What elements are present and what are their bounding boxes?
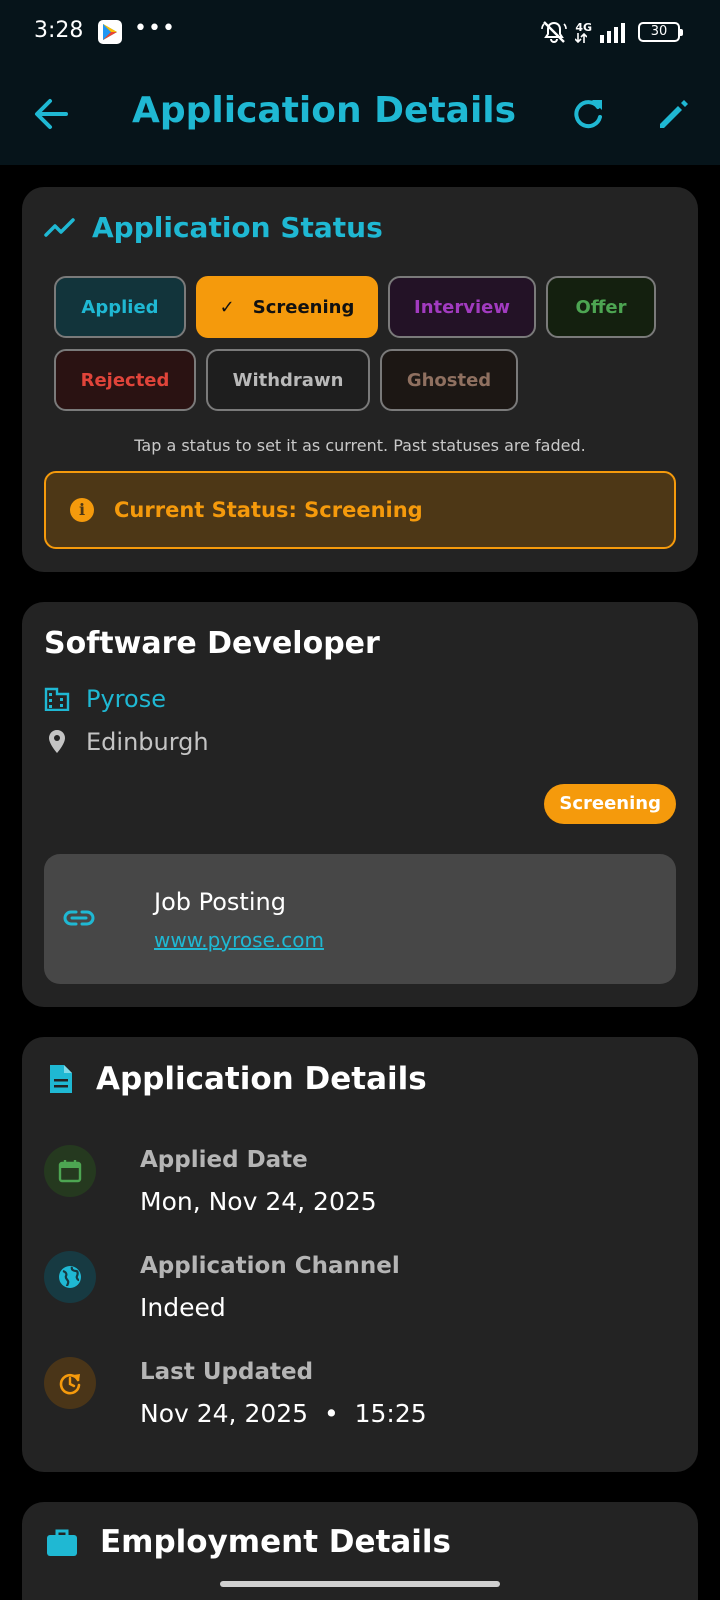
page-title: Application Details (132, 90, 517, 131)
last-updated-row: Last Updated Nov 24, 2025 • 15:25 (44, 1357, 664, 1447)
globe-icon (59, 1266, 81, 1288)
status-bar: 3:28 ••• 4G 30 (0, 0, 720, 68)
briefcase-icon (47, 1529, 77, 1556)
location-text: Edinburgh (86, 728, 209, 756)
app-bar: Application Details (0, 68, 720, 165)
link-icon (63, 910, 95, 926)
current-status-banner: i Current Status: Screening (44, 471, 676, 549)
battery-indicator: 30 (638, 22, 683, 42)
chip-label: Withdrawn (232, 369, 344, 391)
trending-icon (44, 217, 75, 237)
employment-card-header: Employment Details (46, 1524, 451, 1560)
company-row: Pyrose (44, 685, 166, 713)
detail-label: Last Updated (140, 1359, 314, 1385)
application-status-card: Application Status Applied ✓ Screening In… (22, 187, 698, 572)
job-posting-link[interactable]: Job Posting www.pyrose.com (44, 854, 676, 984)
refresh-icon[interactable] (570, 96, 606, 132)
details-card-title: Application Details (96, 1061, 427, 1097)
status-chip-withdrawn[interactable]: Withdrawn (206, 349, 370, 411)
detail-label: Applied Date (140, 1147, 308, 1173)
icon-circle (44, 1251, 96, 1303)
detail-value: Nov 24, 2025 • 15:25 (140, 1399, 427, 1428)
status-badge: Screening (544, 784, 676, 824)
status-chip-offer[interactable]: Offer (546, 276, 656, 338)
muted-bell-icon (541, 21, 568, 43)
check-icon: ✓ (219, 296, 235, 318)
signal-icon (600, 23, 625, 43)
network-type: 4G (575, 20, 592, 34)
update-icon (59, 1373, 81, 1395)
location-row: Edinburgh (44, 728, 209, 756)
details-card-header: Application Details (48, 1061, 427, 1097)
job-posting-label: Job Posting (154, 888, 286, 916)
job-summary-card: Software Developer Pyrose Edinburgh Scre… (22, 602, 698, 1007)
detail-value: Mon, Nov 24, 2025 (140, 1187, 377, 1216)
job-posting-url[interactable]: www.pyrose.com (154, 928, 324, 952)
chip-label: Screening (252, 296, 355, 318)
icon-circle (44, 1145, 96, 1197)
chip-label: Ghosted (406, 369, 492, 391)
employment-card-title: Employment Details (100, 1524, 452, 1560)
detail-label: Application Channel (140, 1253, 400, 1279)
application-details-card: Application Details Applied Date Mon, No… (22, 1037, 698, 1472)
document-icon (50, 1065, 72, 1093)
clock: 3:28 (34, 18, 84, 43)
chip-label: Interview (414, 296, 510, 318)
chip-label: Rejected (80, 369, 170, 391)
edit-pencil-icon[interactable] (656, 96, 692, 132)
detail-value: Indeed (140, 1293, 226, 1322)
data-arrows-icon (575, 32, 588, 43)
icon-circle (44, 1357, 96, 1409)
play-store-icon (98, 20, 122, 44)
home-indicator[interactable] (220, 1581, 500, 1587)
company-name: Pyrose (86, 685, 166, 713)
calendar-icon (58, 1160, 82, 1183)
status-card-header: Application Status (44, 211, 383, 244)
info-icon: i (70, 498, 94, 522)
status-card-title: Application Status (92, 211, 383, 244)
status-chip-interview[interactable]: Interview (388, 276, 536, 338)
status-chip-rejected[interactable]: Rejected (54, 349, 196, 411)
current-status-text: Current Status: Screening (114, 498, 423, 522)
status-chip-screening[interactable]: ✓ Screening (196, 276, 378, 338)
more-notifications-icon: ••• (134, 16, 176, 41)
status-chip-ghosted[interactable]: Ghosted (380, 349, 518, 411)
back-arrow-icon[interactable] (32, 96, 70, 132)
status-hint: Tap a status to set it as current. Past … (134, 436, 586, 455)
applied-date-row: Applied Date Mon, Nov 24, 2025 (44, 1145, 664, 1235)
chip-label: Applied (81, 296, 159, 318)
status-chip-applied[interactable]: Applied (54, 276, 186, 338)
job-title: Software Developer (44, 626, 380, 661)
application-channel-row: Application Channel Indeed (44, 1251, 664, 1341)
location-pin-icon (49, 730, 65, 753)
chip-label: Offer (575, 296, 627, 318)
building-icon (44, 687, 70, 711)
